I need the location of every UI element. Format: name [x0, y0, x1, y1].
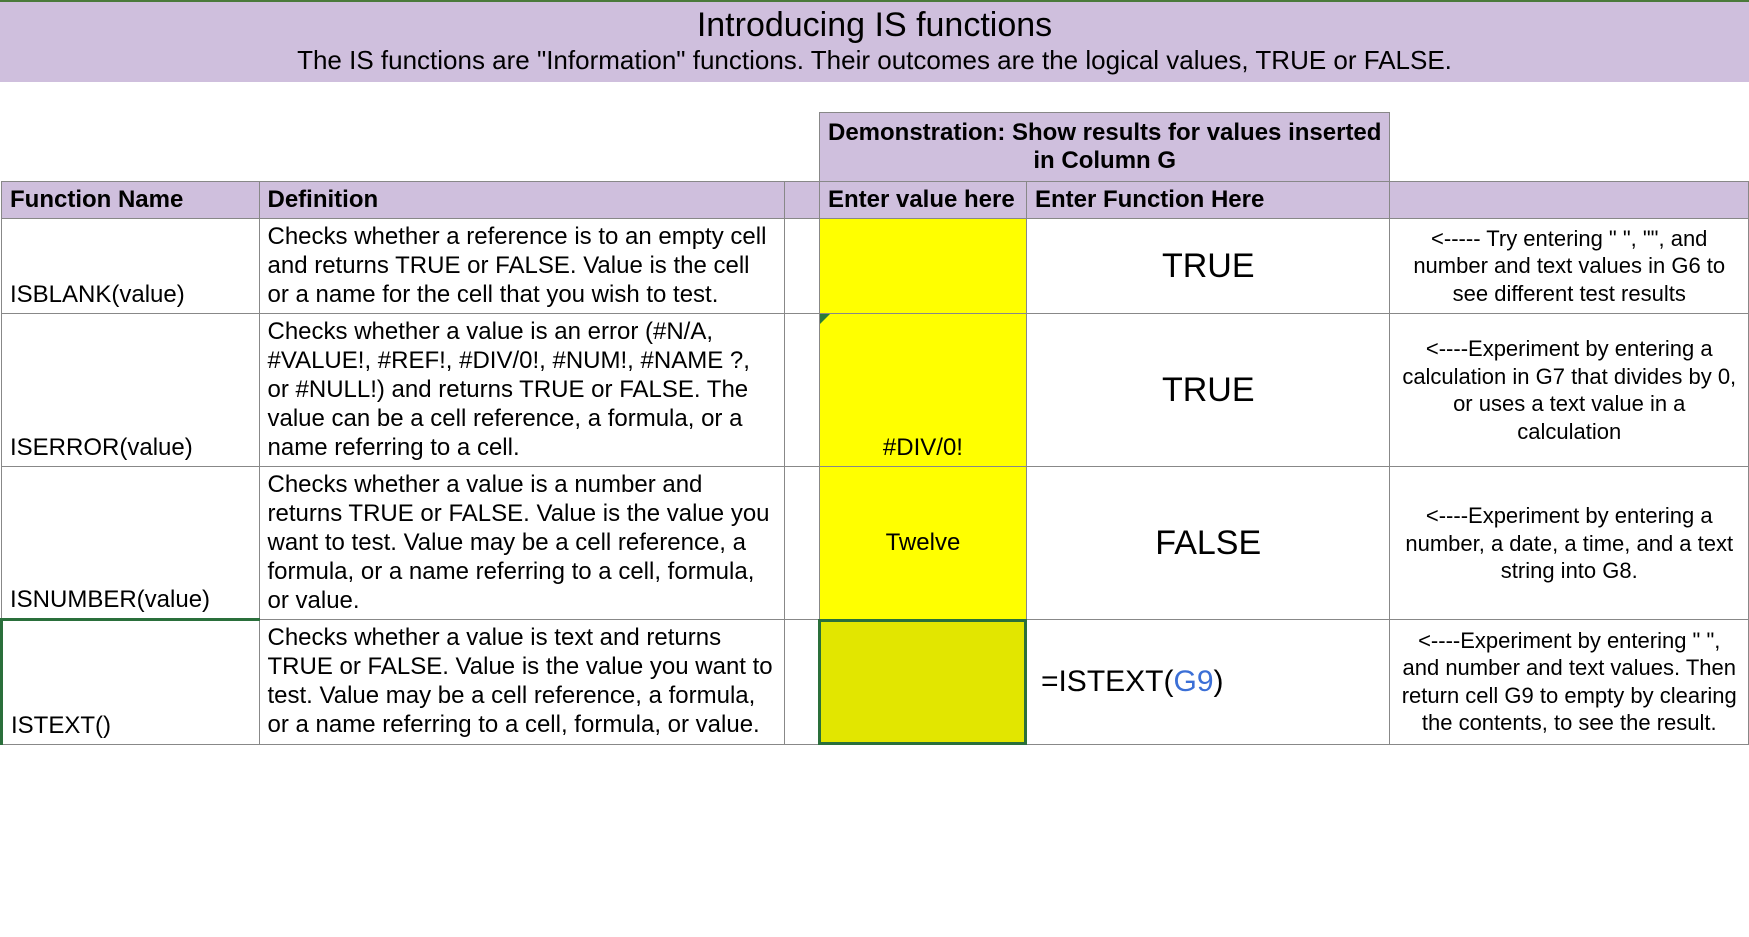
- demo-header: Demonstration: Show results for values i…: [819, 113, 1390, 182]
- tip-cell[interactable]: <----Experiment by entering " ", and num…: [1390, 620, 1749, 744]
- col-enter-function: Enter Function Here: [1026, 182, 1390, 219]
- col-function-name: Function Name: [2, 182, 260, 219]
- fn-def[interactable]: Checks whether a value is an error (#N/A…: [259, 314, 784, 467]
- value-cell-g6[interactable]: [819, 219, 1026, 314]
- col-definition: Definition: [259, 182, 784, 219]
- result-cell[interactable]: TRUE: [1026, 219, 1390, 314]
- column-header-row: Function Name Definition Enter value her…: [2, 182, 1749, 219]
- formula-cell-ref: G9: [1173, 665, 1213, 698]
- value-cell-g9[interactable]: [819, 620, 1026, 744]
- title-block: Introducing IS functions The IS function…: [0, 0, 1749, 82]
- fn-name-iserror[interactable]: ISERROR(value): [2, 314, 260, 467]
- value-cell-g8[interactable]: Twelve: [819, 467, 1026, 620]
- table-row: ISNUMBER(value) Checks whether a value i…: [2, 467, 1749, 620]
- is-functions-table: Demonstration: Show results for values i…: [0, 112, 1749, 745]
- table-row: ISBLANK(value) Checks whether a referenc…: [2, 219, 1749, 314]
- tip-cell[interactable]: <----Experiment by entering a number, a …: [1390, 467, 1749, 620]
- result-cell[interactable]: TRUE: [1026, 314, 1390, 467]
- page-title: Introducing IS functions: [0, 6, 1749, 45]
- fn-def[interactable]: Checks whether a value is text and retur…: [259, 620, 784, 744]
- demo-header-row: Demonstration: Show results for values i…: [2, 113, 1749, 182]
- fn-def[interactable]: Checks whether a reference is to an empt…: [259, 219, 784, 314]
- col-enter-value: Enter value here: [819, 182, 1026, 219]
- result-cell[interactable]: FALSE: [1026, 467, 1390, 620]
- formula-suffix: ): [1214, 665, 1224, 698]
- fn-name-isblank[interactable]: ISBLANK(value): [2, 219, 260, 314]
- tip-cell[interactable]: <----- Try entering " ", "", and number …: [1390, 219, 1749, 314]
- spreadsheet: Introducing IS functions The IS function…: [0, 0, 1749, 745]
- fn-name-isnumber[interactable]: ISNUMBER(value): [2, 467, 260, 620]
- tip-cell[interactable]: <----Experiment by entering a calculatio…: [1390, 314, 1749, 467]
- formula-prefix: =ISTEXT(: [1041, 665, 1174, 698]
- spacer: [0, 82, 1749, 112]
- result-cell-formula[interactable]: =ISTEXT(G9): [1026, 620, 1390, 744]
- value-cell-g7[interactable]: #DIV/0!: [819, 314, 1026, 467]
- page-subtitle: The IS functions are "Information" funct…: [0, 45, 1749, 76]
- table-row: ISERROR(value) Checks whether a value is…: [2, 314, 1749, 467]
- table-row-selected: ISTEXT() Checks whether a value is text …: [2, 620, 1749, 744]
- fn-name-istext[interactable]: ISTEXT(): [2, 620, 260, 744]
- fn-def[interactable]: Checks whether a value is a number and r…: [259, 467, 784, 620]
